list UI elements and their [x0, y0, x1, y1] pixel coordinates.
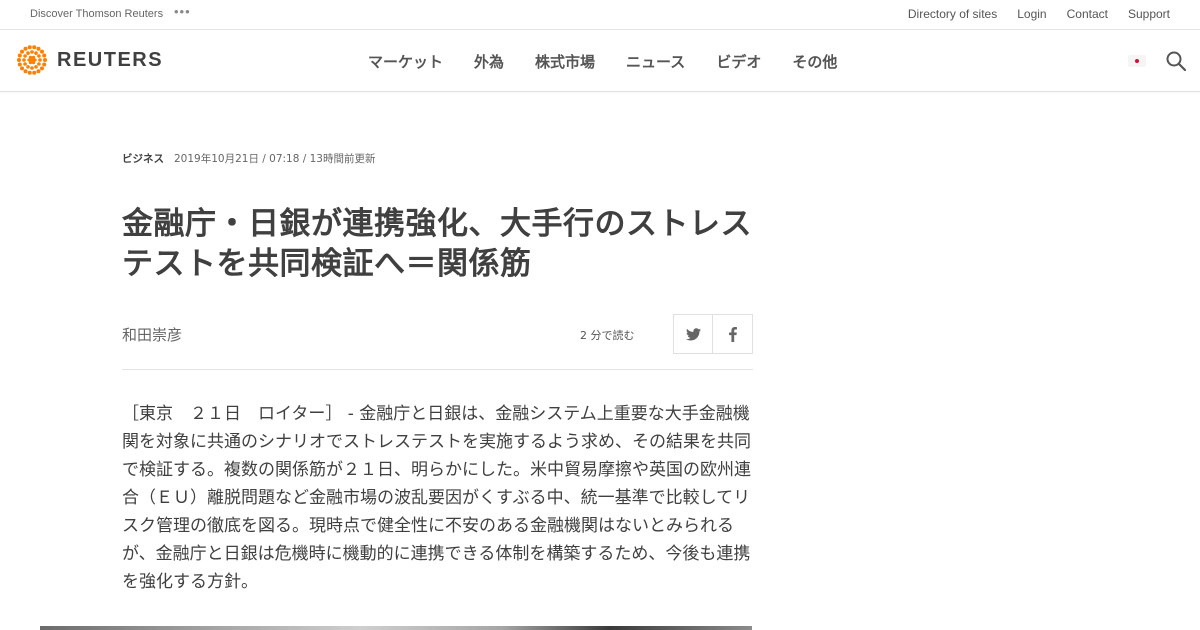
contact-link[interactable]: Contact — [1067, 7, 1108, 21]
main-header: REUTERS マーケット 外為 株式市場 ニュース ビデオ その他 — [0, 30, 1200, 92]
facebook-icon — [728, 326, 737, 342]
login-link[interactable]: Login — [1017, 7, 1046, 21]
article-meta: ビジネス 2019年10月21日 / 07:18 / 13時間前更新 — [122, 151, 376, 166]
reuters-dots-icon — [17, 45, 47, 75]
nav-forex[interactable]: 外為 — [474, 51, 504, 72]
share-buttons — [673, 314, 753, 354]
article-body: ［東京 ２１日 ロイター］ - 金融庁と日銀は、金融システム上重要な大手金融機関… — [122, 404, 751, 592]
more-dots-icon[interactable]: ••• — [174, 4, 191, 19]
facebook-share-button[interactable] — [713, 314, 753, 354]
directory-of-sites-link[interactable]: Directory of sites — [908, 7, 997, 21]
reuters-logo[interactable]: REUTERS — [15, 43, 163, 77]
nav-markets[interactable]: マーケット — [368, 51, 443, 72]
nav-stocks[interactable]: 株式市場 — [535, 51, 595, 72]
main-nav: マーケット 外為 株式市場 ニュース ビデオ その他 — [368, 51, 837, 72]
author-name[interactable]: 和田崇彦 — [122, 324, 182, 345]
discover-thomson-reuters-link[interactable]: Discover Thomson Reuters — [30, 8, 163, 20]
top-utility-bar: Discover Thomson Reuters ••• Directory o… — [0, 0, 1200, 30]
nav-more[interactable]: その他 — [792, 51, 837, 72]
nav-video[interactable]: ビデオ — [716, 51, 761, 72]
logo-wordmark: REUTERS — [57, 48, 164, 71]
section-label[interactable]: ビジネス — [122, 151, 164, 166]
top-links: Directory of sites Login Contact Support — [908, 7, 1170, 21]
read-time: 2 分で読む — [580, 329, 635, 342]
support-link[interactable]: Support — [1128, 7, 1170, 21]
timestamp: 2019年10月21日 / 07:18 / 13時間前更新 — [174, 153, 376, 165]
search-icon[interactable] — [1165, 50, 1187, 72]
article-headline: 金融庁・日銀が連携強化、大手行のストレステストを共同検証へ＝関係筋 — [122, 206, 752, 282]
byline-row: 和田崇彦 2 分で読む — [122, 314, 753, 370]
nav-news[interactable]: ニュース — [626, 51, 685, 72]
twitter-share-button[interactable] — [673, 314, 713, 354]
article-photo — [40, 626, 752, 630]
twitter-icon — [685, 327, 701, 340]
japan-flag-icon[interactable] — [1128, 55, 1146, 67]
